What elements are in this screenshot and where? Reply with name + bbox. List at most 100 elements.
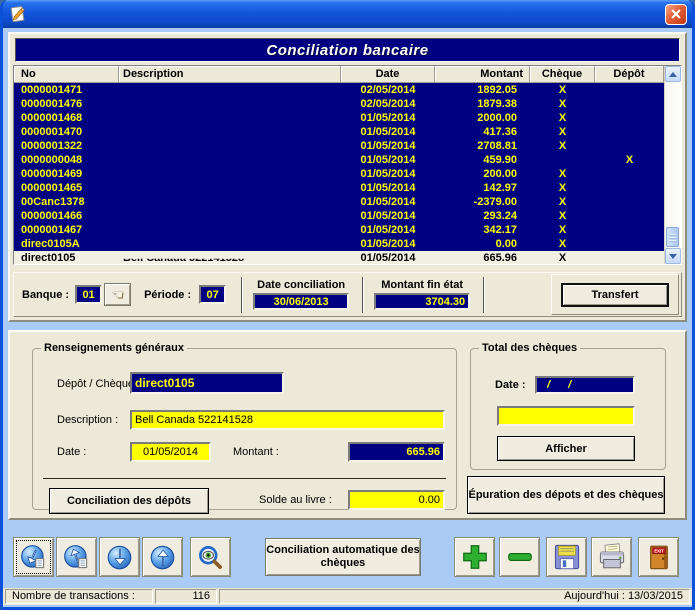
solde-input[interactable] xyxy=(348,490,445,510)
total-amount-input[interactable] xyxy=(497,406,635,426)
table-row[interactable]: 0000001468 01/05/2014 2000.00 X xyxy=(14,111,681,125)
details-panel: Renseignements généraux Dépôt / Chèque :… xyxy=(8,330,687,520)
table-row[interactable]: 0000001465 01/05/2014 142.97 X xyxy=(14,181,681,195)
conciliation-depots-button[interactable]: Conciliation des dépôts xyxy=(49,488,209,514)
separator xyxy=(362,277,364,313)
cell-montant: 459.90 xyxy=(435,153,530,167)
cell-no: 0000001467 xyxy=(14,223,119,237)
exit-button[interactable]: EXIT xyxy=(638,537,679,577)
cell-montant: 1892.05 xyxy=(435,83,530,97)
banque-lookup-button[interactable]: ☚ xyxy=(104,283,131,306)
col-header-depot[interactable]: Dépôt xyxy=(595,66,664,82)
renseignements-title: Renseignements généraux xyxy=(41,342,187,354)
cell-description xyxy=(119,97,341,111)
scrollbar-thumb[interactable] xyxy=(666,227,679,247)
cell-date: 01/05/2014 xyxy=(341,223,435,237)
cell-no: direc0105A xyxy=(14,237,119,251)
banque-value-input[interactable] xyxy=(75,285,102,304)
print-button[interactable] xyxy=(591,537,632,577)
cell-depot-mark xyxy=(595,195,664,209)
epuration-button[interactable]: Épuration des dépots et des chèques xyxy=(467,476,665,514)
cell-date: 01/05/2014 xyxy=(341,251,435,264)
depot-cheque-label: Dépôt / Chèque : xyxy=(57,378,140,390)
transactions-count: 116 xyxy=(155,589,217,604)
col-header-description[interactable]: Description xyxy=(119,66,341,82)
conciliation-auto-button[interactable]: Conciliation automatique des chèques xyxy=(265,538,421,576)
cell-depot-mark xyxy=(595,209,664,223)
montant-input[interactable] xyxy=(348,442,445,462)
nav-prev-page-button[interactable] xyxy=(56,537,97,577)
table-scrollbar[interactable] xyxy=(664,66,681,264)
col-header-cheque[interactable]: Chèque xyxy=(530,66,595,82)
scroll-up-button[interactable] xyxy=(665,66,681,82)
cell-no: 00Canc1378 xyxy=(14,195,119,209)
depot-cheque-input[interactable] xyxy=(130,372,284,394)
nav-up-button[interactable] xyxy=(142,537,183,577)
col-header-no[interactable]: No xyxy=(14,66,119,82)
table-row[interactable]: 0000000048 01/05/2014 459.90 X xyxy=(14,153,681,167)
cell-cheque-mark: X xyxy=(530,251,595,264)
page-title: Conciliation bancaire xyxy=(15,38,680,62)
description-input[interactable] xyxy=(130,410,445,430)
nav-down-button[interactable] xyxy=(99,537,140,577)
cell-date: 01/05/2014 xyxy=(341,125,435,139)
scrollbar-track[interactable] xyxy=(665,82,681,248)
cell-date: 01/05/2014 xyxy=(341,209,435,223)
cell-montant: 293.24 xyxy=(435,209,530,223)
cell-depot-mark: X xyxy=(595,153,664,167)
table-row[interactable]: direct0105 Bell Canada 522141528 01/05/2… xyxy=(14,251,681,264)
save-button[interactable] xyxy=(546,537,587,577)
cell-montant: 1879.38 xyxy=(435,97,530,111)
separator xyxy=(241,277,243,313)
table-row[interactable]: 00Canc1378 01/05/2014 -2379.00 X xyxy=(14,195,681,209)
cell-montant: 417.36 xyxy=(435,125,530,139)
date-input[interactable] xyxy=(130,442,211,462)
cell-no: 0000001469 xyxy=(14,167,119,181)
cell-description xyxy=(119,111,341,125)
magnifier-eye-icon xyxy=(197,544,224,571)
cell-depot-mark xyxy=(595,125,664,139)
table-row[interactable]: 0000001322 01/05/2014 2708.81 X xyxy=(14,139,681,153)
renseignements-group: Renseignements généraux Dépôt / Chèque :… xyxy=(32,342,457,510)
cell-description xyxy=(119,223,341,237)
titlebar[interactable] xyxy=(3,0,692,28)
table-row[interactable]: 0000001471 02/05/2014 1892.05 X xyxy=(14,83,681,97)
cell-cheque-mark: X xyxy=(530,111,595,125)
separator xyxy=(483,277,485,313)
table-row[interactable]: direc0105A 01/05/2014 0.00 X xyxy=(14,237,681,251)
table-body: 0000001471 02/05/2014 1892.05 X 00000014… xyxy=(14,83,681,264)
cell-depot-mark xyxy=(595,83,664,97)
hand-pointer-icon: ☚ xyxy=(112,288,124,301)
scroll-down-button[interactable] xyxy=(665,248,681,264)
app-icon xyxy=(8,4,28,24)
table-header[interactable]: No Description Date Montant Chèque Dépôt xyxy=(14,66,681,83)
cell-description: Bell Canada 522141528 xyxy=(119,251,341,264)
nav-first-button[interactable] xyxy=(13,537,54,577)
cell-description xyxy=(119,195,341,209)
total-date-input[interactable] xyxy=(535,376,635,394)
transactions-table: No Description Date Montant Chèque Dépôt… xyxy=(13,65,682,265)
table-row[interactable]: 0000001466 01/05/2014 293.24 X xyxy=(14,209,681,223)
close-button[interactable] xyxy=(665,4,687,25)
date-conciliation-input[interactable] xyxy=(253,293,349,310)
add-button[interactable] xyxy=(454,537,495,577)
cell-montant: -2379.00 xyxy=(435,195,530,209)
afficher-button[interactable]: Afficher xyxy=(497,436,635,461)
delete-button[interactable] xyxy=(499,537,540,577)
table-row[interactable]: 0000001467 01/05/2014 342.17 X xyxy=(14,223,681,237)
table-row[interactable]: 0000001470 01/05/2014 417.36 X xyxy=(14,125,681,139)
transfert-button[interactable]: Transfert xyxy=(561,283,669,307)
table-row[interactable]: 0000001476 02/05/2014 1879.38 X xyxy=(14,97,681,111)
cell-cheque-mark: X xyxy=(530,125,595,139)
col-header-date[interactable]: Date xyxy=(341,66,435,82)
chevron-up-icon xyxy=(669,72,677,77)
col-header-montant[interactable]: Montant xyxy=(435,66,530,82)
cell-date: 02/05/2014 xyxy=(341,97,435,111)
montant-label: Montant : xyxy=(233,446,279,458)
table-row[interactable]: 0000001469 01/05/2014 200.00 X xyxy=(14,167,681,181)
search-button[interactable] xyxy=(190,537,231,577)
date-conciliation-field: Date conciliation xyxy=(253,279,349,310)
periode-value-input[interactable] xyxy=(199,285,226,304)
cell-cheque-mark: X xyxy=(530,167,595,181)
montant-fin-etat-input[interactable] xyxy=(374,293,470,310)
